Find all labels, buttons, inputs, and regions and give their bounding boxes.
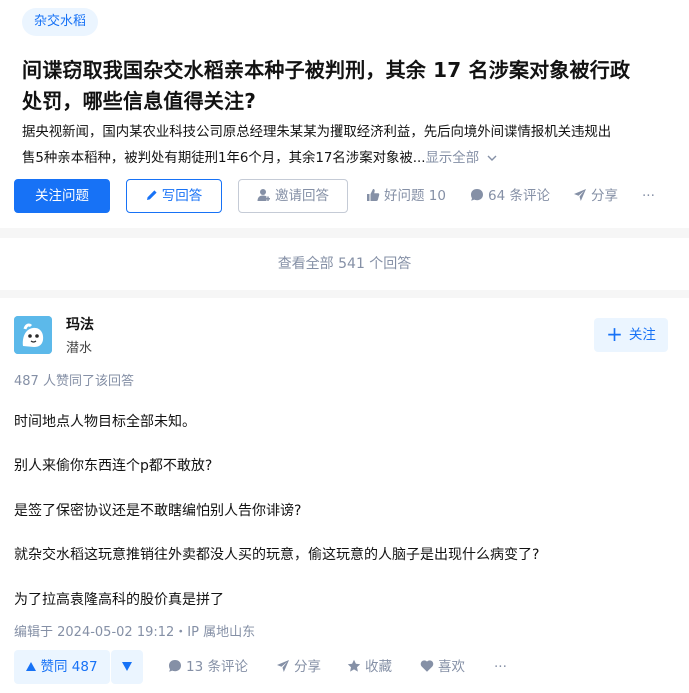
pencil-icon [146, 188, 162, 204]
thumb-up-icon [366, 188, 384, 204]
question-comments-button[interactable]: 64 条评论 [470, 179, 550, 213]
question-share-button[interactable]: 分享 [573, 179, 618, 213]
question-actions: 关注问题 写回答 邀请回答 好问题 10 64 条评论 分享 ··· [14, 179, 684, 213]
question-excerpt-line1: 据央视新闻，国内某农业科技公司原总经理朱某某为攫取经济利益，先后向境外间谍情报机… [22, 125, 612, 140]
view-all-answers-button[interactable]: 查看全部 541 个回答 [0, 238, 689, 290]
answer-more-button[interactable]: ··· [494, 650, 507, 684]
question-title-line2: 处罚，哪些信息值得关注? [22, 89, 257, 113]
answer-card: 玛法 潜水 + 关注 487 人赞同了该回答 时间地点人物目标全部未知。 别人来偷… [0, 298, 689, 693]
triangle-up-icon [26, 659, 40, 675]
like-label: 喜欢 [438, 659, 465, 675]
view-all-answers-card: 查看全部 541 个回答 [0, 238, 689, 290]
upvote-info: 487 人赞同了该回答 [14, 374, 134, 389]
write-answer-button[interactable]: 写回答 [126, 179, 222, 213]
author-bio: 潜水 [66, 341, 93, 356]
star-icon [347, 659, 365, 675]
question-more-button[interactable]: ··· [642, 179, 655, 213]
answer-paragraph: 是签了保密协议还是不敢瞎编怕别人告你诽谤? [14, 503, 302, 519]
question-title[interactable]: 间谍窃取我国杂交水稻亲本种子被判刑，其余 17 名涉案对象被行政 处罚，哪些信息… [22, 55, 682, 117]
chevron-down-icon [487, 146, 497, 172]
invite-answer-label: 邀请回答 [275, 188, 329, 204]
answer-paragraph: 就杂交水稻这玩意推销往外卖都没人买的玩意，偷这玩意的人脑子是出现什么病变了? [14, 547, 540, 563]
answer-comments-button[interactable]: 13 条评论 [168, 650, 248, 684]
show-all-label: 显示全部 [425, 151, 480, 166]
answer-comments-label: 13 条评论 [186, 659, 248, 675]
follow-question-button[interactable]: 关注问题 [14, 179, 110, 213]
heart-icon [420, 659, 438, 675]
comment-icon [168, 659, 186, 675]
downvote-button[interactable] [111, 650, 143, 684]
upvote-button[interactable]: 赞同 487 [14, 650, 110, 684]
author-name[interactable]: 玛法 [66, 314, 94, 334]
answer-paragraph: 为了拉高袁隆高科的股价真是拼了 [14, 592, 224, 608]
avatar[interactable] [14, 316, 52, 354]
follow-author-button[interactable]: + 关注 [594, 318, 668, 352]
question-share-label: 分享 [591, 188, 618, 204]
follow-author-label: 关注 [628, 327, 656, 343]
answer-actions: 赞同 487 13 条评论 分享 收藏 喜欢 ··· [14, 650, 684, 684]
question-title-line1: 间谍窃取我国杂交水稻亲本种子被判刑，其余 17 名涉案对象被行政 [22, 58, 631, 82]
upvote-label: 赞同 487 [40, 659, 98, 675]
share-plane-icon [276, 659, 294, 675]
answer-share-button[interactable]: 分享 [276, 650, 321, 684]
good-question-label: 好问题 10 [384, 188, 446, 204]
favorite-button[interactable]: 收藏 [347, 650, 392, 684]
question-excerpt: 据央视新闻，国内某农业科技公司原总经理朱某某为攫取经济利益，先后向境外间谍情报机… [22, 120, 686, 172]
share-plane-icon [573, 188, 591, 204]
good-question-button[interactable]: 好问题 10 [366, 179, 446, 213]
show-all-button[interactable]: 显示全部 [426, 151, 498, 166]
triangle-down-icon [122, 657, 132, 676]
answer-paragraph: 别人来偷你东西连个p都不敢放? [14, 458, 213, 474]
invite-answer-button[interactable]: 邀请回答 [238, 179, 348, 213]
comment-icon [470, 188, 488, 204]
question-card: 杂交水稻 间谍窃取我国杂交水稻亲本种子被判刑，其余 17 名涉案对象被行政 处罚… [0, 0, 689, 228]
favorite-label: 收藏 [365, 659, 392, 675]
plus-icon: + [606, 322, 623, 346]
write-answer-label: 写回答 [161, 188, 203, 204]
answer-paragraph: 时间地点人物目标全部未知。 [14, 414, 196, 430]
like-button[interactable]: 喜欢 [420, 650, 465, 684]
question-comments-label: 64 条评论 [488, 188, 550, 204]
invite-user-icon [257, 188, 275, 204]
topic-tag[interactable]: 杂交水稻 [22, 8, 99, 36]
question-excerpt-line2: 售5种亲本稻种，被判处有期徒刑1年6个月，其余17名涉案对象被... [22, 151, 426, 166]
answer-share-label: 分享 [294, 659, 321, 675]
edit-time[interactable]: 编辑于 2024-05-02 19:12・IP 属地山东 [14, 621, 255, 640]
